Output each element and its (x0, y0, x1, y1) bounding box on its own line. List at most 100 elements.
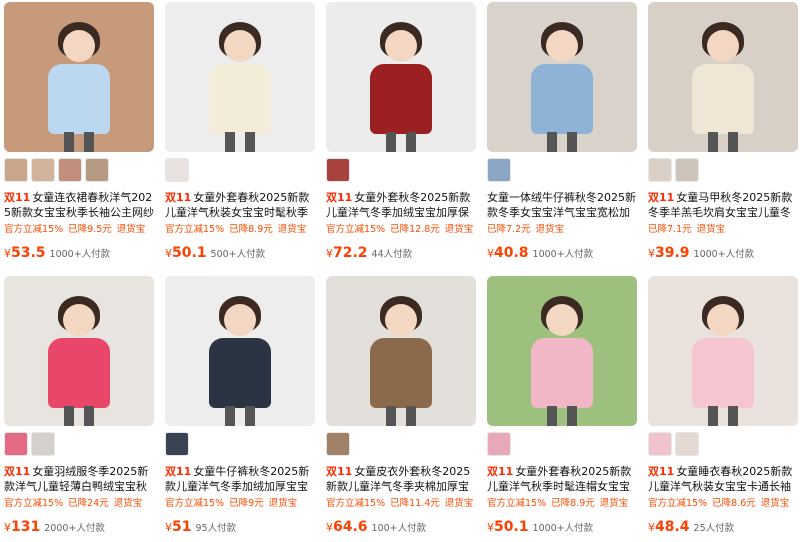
product-title[interactable]: 双11女童睡衣春秋2025新款儿童洋气秋装女宝宝卡通长袖秋季家 (648, 464, 800, 494)
color-thumbnail[interactable] (648, 158, 672, 182)
paid-count: 1000+人付款 (693, 249, 755, 260)
color-thumbnail[interactable] (165, 432, 189, 456)
currency-symbol: ¥ (4, 247, 11, 260)
promo-tag: 退货宝 (696, 224, 726, 235)
price-bar: ¥131 2000+人付款 (4, 517, 156, 535)
color-thumbnail[interactable] (648, 432, 672, 456)
price-bar: ¥53.5 1000+人付款 (4, 243, 156, 261)
product-image[interactable] (4, 276, 154, 426)
price: 40.8 (494, 245, 529, 261)
color-thumbnail[interactable] (58, 158, 82, 182)
promo-tags: 官方立减15% 已降8.9元 退货宝 (165, 223, 317, 237)
product-card[interactable]: 双11女童外套秋冬2025新款儿童洋气冬季加绒宝宝加厚保暖韩版官方立减15% 已降… (326, 2, 478, 268)
color-thumbnails (4, 158, 156, 184)
product-image[interactable] (165, 276, 315, 426)
product-title[interactable]: 双11女童马甲秋冬2025新款冬季羊羔毛坎肩女宝宝儿童冬装加绒 (648, 190, 800, 220)
promo-tag: 退货宝 (444, 498, 474, 509)
product-image[interactable] (326, 2, 476, 152)
price: 51 (172, 519, 192, 535)
paid-count: 500+人付款 (210, 249, 266, 260)
model-figure (688, 22, 758, 152)
paid-count: 100+人付款 (371, 523, 427, 534)
color-thumbnail[interactable] (326, 158, 350, 182)
currency-symbol: ¥ (648, 521, 655, 534)
product-card[interactable]: 双11女童皮衣外套秋冬2025新款儿童洋气冬季夹棉加厚宝宝时髦官方立减15% 已降… (326, 276, 478, 542)
product-image[interactable] (487, 276, 637, 426)
price: 39.9 (655, 245, 690, 261)
promo-tag: 官方立减15% (165, 224, 225, 235)
product-card[interactable]: 双11女童睡衣春秋2025新款儿童洋气秋装女宝宝卡通长袖秋季家官方立减15% 已降… (648, 276, 800, 542)
promo-tag: 官方立减15% (487, 498, 547, 509)
currency-symbol: ¥ (648, 247, 655, 260)
double11-badge: 双11 (648, 191, 675, 204)
color-thumbnail[interactable] (85, 158, 109, 182)
promo-tag: 退货宝 (599, 498, 629, 509)
price: 131 (11, 519, 41, 535)
model-figure (527, 296, 597, 426)
model-figure (527, 22, 597, 152)
product-card[interactable]: 双11女童连衣裙春秋洋气2025新款女宝宝秋季长袖公主网纱裙子官方立减15% 已降… (4, 2, 156, 268)
color-thumbnails (487, 158, 639, 184)
price: 50.1 (494, 519, 529, 535)
product-title[interactable]: 双11女童牛仔裤秋冬2025新款儿童洋气冬季加绒加厚宝宝外穿一 (165, 464, 317, 494)
product-card[interactable]: 双11女童外套春秋2025新款儿童洋气秋季时髦连帽女宝宝秋装两官方立减15% 已降… (487, 276, 639, 542)
product-card[interactable]: 双11女童牛仔裤秋冬2025新款儿童洋气冬季加绒加厚宝宝外穿一官方立减15% 已降… (165, 276, 317, 542)
paid-count: 1000+人付款 (49, 249, 111, 260)
product-image[interactable] (326, 276, 476, 426)
product-card[interactable]: 双11女童马甲秋冬2025新款冬季羊羔毛坎肩女宝宝儿童冬装加绒已降7.1元退货宝… (648, 2, 800, 268)
currency-symbol: ¥ (326, 247, 333, 260)
price-bar: ¥64.6 100+人付款 (326, 517, 478, 535)
color-thumbnail[interactable] (326, 432, 350, 456)
product-title[interactable]: 双11女童皮衣外套秋冬2025新款儿童洋气冬季夹棉加厚宝宝时髦 (326, 464, 478, 494)
color-thumbnail[interactable] (487, 432, 511, 456)
model-figure (44, 296, 114, 426)
color-thumbnail[interactable] (487, 158, 511, 182)
price-bar: ¥48.4 25人付款 (648, 517, 800, 535)
color-thumbnail[interactable] (675, 432, 699, 456)
color-thumbnail[interactable] (4, 432, 28, 456)
color-thumbnail[interactable] (31, 158, 55, 182)
price-bar: ¥51 95人付款 (165, 517, 317, 535)
color-thumbnail[interactable] (675, 158, 699, 182)
product-image[interactable] (648, 276, 798, 426)
product-card[interactable]: 双11女童羽绒服冬季2025新款洋气儿童轻薄白鸭绒宝宝秋冬连帽官方立减15% 已降… (4, 276, 156, 542)
double11-badge: 双11 (4, 191, 31, 204)
promo-tag: 已降7.1元 (648, 224, 692, 235)
promo-tag: 已降9元 (229, 498, 264, 509)
product-image[interactable] (487, 2, 637, 152)
paid-count: 95人付款 (195, 523, 237, 534)
currency-symbol: ¥ (165, 521, 172, 534)
product-image[interactable] (4, 2, 154, 152)
color-thumbnails (326, 432, 478, 458)
currency-symbol: ¥ (326, 521, 333, 534)
paid-count: 1000+人付款 (532, 249, 594, 260)
product-card[interactable]: 双11女童外套春秋2025新款儿童洋气秋装女宝宝时髦秋季休闲夹官方立减15% 已降… (165, 2, 317, 268)
promo-tag: 已降9.5元 (68, 224, 112, 235)
product-title[interactable]: 双11女童连衣裙春秋洋气2025新款女宝宝秋季长袖公主网纱裙子 (4, 190, 156, 220)
promo-tags: 官方立减15% 已降24元 退货宝 (4, 497, 156, 511)
promo-tag: 已降8.9元 (229, 224, 273, 235)
color-thumbnails (4, 432, 156, 458)
product-title[interactable]: 女童一体绒牛仔裤秋冬2025新款冬季女宝宝洋气宝宝宽松加绒 (487, 190, 639, 220)
product-image[interactable] (648, 2, 798, 152)
model-figure (44, 22, 114, 152)
promo-tag: 官方立减15% (326, 498, 386, 509)
product-title[interactable]: 双11女童羽绒服冬季2025新款洋气儿童轻薄白鸭绒宝宝秋冬连帽 (4, 464, 156, 494)
currency-symbol: ¥ (165, 247, 172, 260)
double11-badge: 双11 (487, 465, 514, 478)
price-bar: ¥39.9 1000+人付款 (648, 243, 800, 261)
product-title[interactable]: 双11女童外套秋冬2025新款儿童洋气冬季加绒宝宝加厚保暖韩版 (326, 190, 478, 220)
product-title[interactable]: 双11女童外套春秋2025新款儿童洋气秋季时髦连帽女宝宝秋装两 (487, 464, 639, 494)
promo-tags: 官方立减15% 已降8.6元 退货宝 (648, 497, 800, 511)
promo-tags: 官方立减15% 已降9元 退货宝 (165, 497, 317, 511)
promo-tag: 退货宝 (113, 498, 143, 509)
promo-tags: 官方立减15% 已降11.4元 退货宝 (326, 497, 478, 511)
color-thumbnails (165, 432, 317, 458)
color-thumbnail[interactable] (4, 158, 28, 182)
promo-tags: 官方立减15% 已降8.9元 退货宝 (487, 497, 639, 511)
color-thumbnail[interactable] (31, 432, 55, 456)
color-thumbnail[interactable] (165, 158, 189, 182)
product-title[interactable]: 双11女童外套春秋2025新款儿童洋气秋装女宝宝时髦秋季休闲夹 (165, 190, 317, 220)
product-card[interactable]: 女童一体绒牛仔裤秋冬2025新款冬季女宝宝洋气宝宝宽松加绒已降7.2元退货宝 ¥4… (487, 2, 639, 268)
product-image[interactable] (165, 2, 315, 152)
